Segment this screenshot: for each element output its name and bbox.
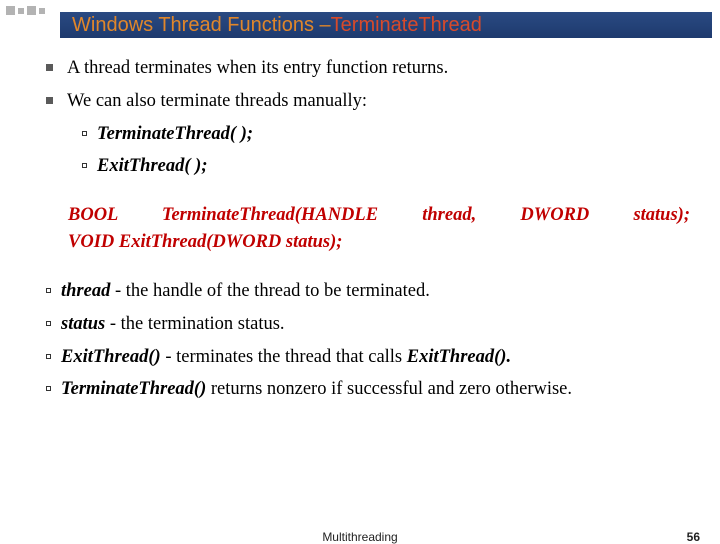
- footer-text: Multithreading: [322, 530, 397, 544]
- bullet-text: We can also terminate threads manually:: [67, 88, 690, 115]
- bullet-marker-icon: [46, 64, 53, 71]
- sub-bullet-item: TerminateThread( );: [82, 121, 690, 148]
- bullet-marker-icon: [46, 354, 51, 359]
- sub-bullet-text: TerminateThread( );: [97, 121, 690, 148]
- slide-title-bar: Windows Thread Functions – TerminateThre…: [60, 12, 712, 38]
- param-name: status: [61, 314, 105, 334]
- bullet-marker-icon: [46, 288, 51, 293]
- slide-content: A thread terminates when its entry funct…: [46, 55, 690, 409]
- param-desc: - the termination status.: [105, 314, 284, 334]
- bullet-marker-icon: [46, 97, 53, 104]
- deco-sq: [27, 6, 36, 15]
- param-text: thread - the handle of the thread to be …: [61, 278, 690, 305]
- param-item: ExitThread() - terminates the thread tha…: [46, 344, 690, 371]
- page-number: 56: [687, 530, 700, 544]
- param-text: ExitThread() - terminates the thread tha…: [61, 344, 690, 371]
- param-item: TerminateThread() returns nonzero if suc…: [46, 376, 690, 403]
- bullet-marker-icon: [46, 321, 51, 326]
- param-text: status - the termination status.: [61, 311, 690, 338]
- param-name: thread: [61, 281, 110, 301]
- signature-line: VOID ExitThread(DWORD status);: [68, 229, 690, 256]
- slide-title-part1: Windows Thread Functions –: [72, 14, 331, 37]
- bullet-text: A thread terminates when its entry funct…: [67, 55, 690, 82]
- bullet-item: We can also terminate threads manually:: [46, 88, 690, 115]
- param-ref: ExitThread().: [407, 347, 511, 367]
- param-item: status - the termination status.: [46, 311, 690, 338]
- decorative-squares: [6, 6, 45, 15]
- bullet-marker-icon: [46, 386, 51, 391]
- param-desc: - the handle of the thread to be termina…: [110, 281, 430, 301]
- deco-sq: [18, 8, 24, 14]
- slide-title-part2: TerminateThread: [331, 14, 482, 37]
- deco-sq: [6, 6, 15, 15]
- signature-line: BOOL TerminateThread(HANDLE thread, DWOR…: [68, 202, 690, 229]
- sub-bullet-marker-icon: [82, 163, 87, 168]
- param-text: TerminateThread() returns nonzero if suc…: [61, 376, 690, 403]
- function-signatures: BOOL TerminateThread(HANDLE thread, DWOR…: [68, 202, 690, 256]
- bullet-item: A thread terminates when its entry funct…: [46, 55, 690, 82]
- param-name: TerminateThread(): [61, 379, 206, 399]
- param-name: ExitThread(): [61, 347, 161, 367]
- param-desc: returns nonzero if successful and zero o…: [206, 379, 572, 399]
- param-item: thread - the handle of the thread to be …: [46, 278, 690, 305]
- sub-bullet-text: ExitThread( );: [97, 153, 690, 180]
- deco-sq: [39, 8, 45, 14]
- sub-bullet-marker-icon: [82, 131, 87, 136]
- sub-bullet-item: ExitThread( );: [82, 153, 690, 180]
- param-desc: - terminates the thread that calls: [161, 347, 407, 367]
